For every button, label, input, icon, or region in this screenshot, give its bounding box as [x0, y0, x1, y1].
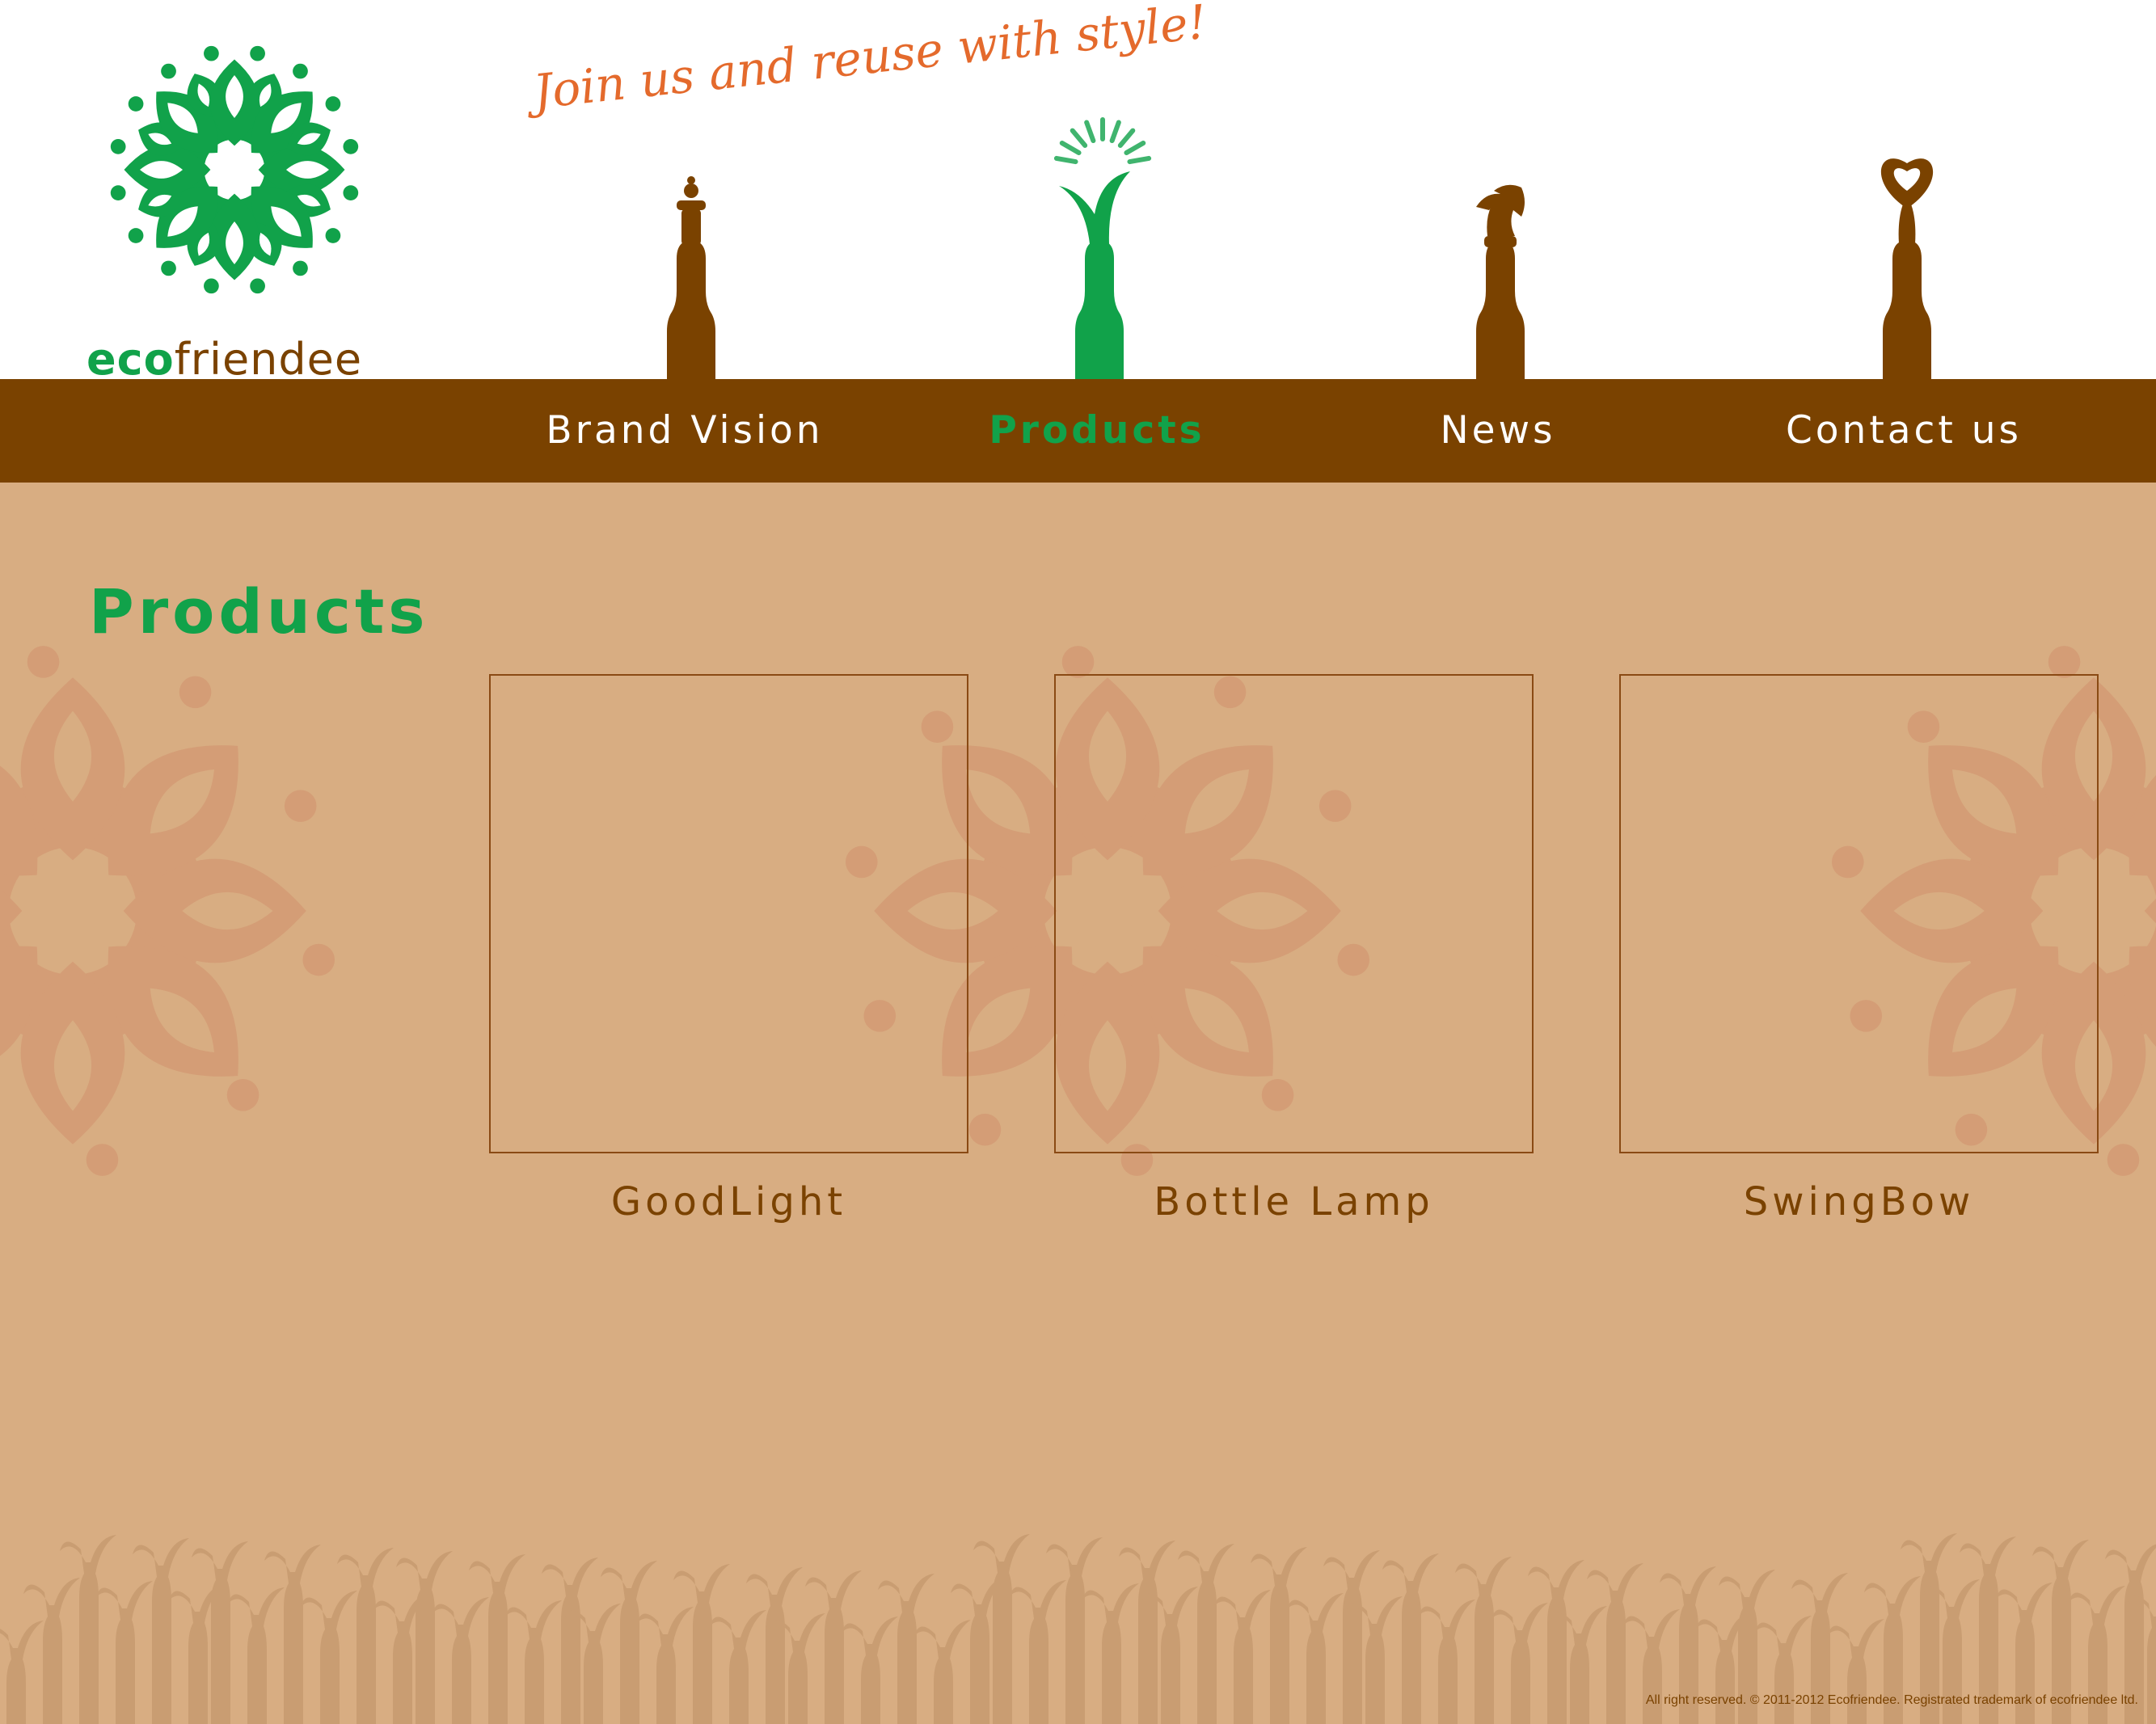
flower-logo-icon [110, 45, 359, 294]
product-name[interactable]: Bottle Lamp [1054, 1179, 1534, 1225]
heart-bottle-shape [1880, 158, 1934, 379]
main-content: Products GoodLight Bottle Lamp SwingBow … [0, 483, 2156, 1724]
footer-copyright: All right reserved. © 2011-2012 Ecofrien… [1645, 1693, 2138, 1707]
brand-name-eco: eco [86, 334, 175, 385]
tagline: Join us and reuse with style! [530, 0, 1209, 120]
knight-bottle-shape [1476, 184, 1525, 379]
queen-bottle-icon[interactable] [635, 113, 748, 379]
product-card-goodlight[interactable]: GoodLight [489, 674, 968, 1225]
nav-brand-vision[interactable]: Brand Vision [546, 379, 823, 483]
heart-bottle-icon[interactable] [1850, 113, 1964, 379]
product-card-bottle-lamp[interactable]: Bottle Lamp [1054, 674, 1534, 1225]
page-title: Products [89, 575, 429, 647]
product-image[interactable] [1619, 674, 2099, 1153]
product-image[interactable] [489, 674, 968, 1153]
sprout-bottle-shape [1053, 117, 1152, 379]
logo-link[interactable]: ecofriendee [85, 32, 384, 381]
flower-shape [110, 45, 359, 294]
sprout-bottle-icon[interactable] [1043, 113, 1156, 379]
product-name[interactable]: GoodLight [489, 1179, 968, 1225]
header: ecofriendee Join us and reuse with style… [0, 0, 2156, 381]
product-image[interactable] [1054, 674, 1534, 1153]
brand-wordmark: ecofriendee [86, 338, 362, 381]
product-card-swingbow[interactable]: SwingBow [1619, 674, 2099, 1225]
knight-bottle-icon[interactable] [1444, 113, 1557, 379]
flower-watermark [0, 646, 335, 1176]
nav-news[interactable]: News [1440, 379, 1555, 483]
product-name[interactable]: SwingBow [1619, 1179, 2099, 1225]
queen-bottle-shape [667, 176, 715, 379]
brand-name-friendee: friendee [174, 334, 363, 385]
nav-contact-us[interactable]: Contact us [1786, 379, 2022, 483]
nav-products[interactable]: Products [989, 379, 1205, 483]
